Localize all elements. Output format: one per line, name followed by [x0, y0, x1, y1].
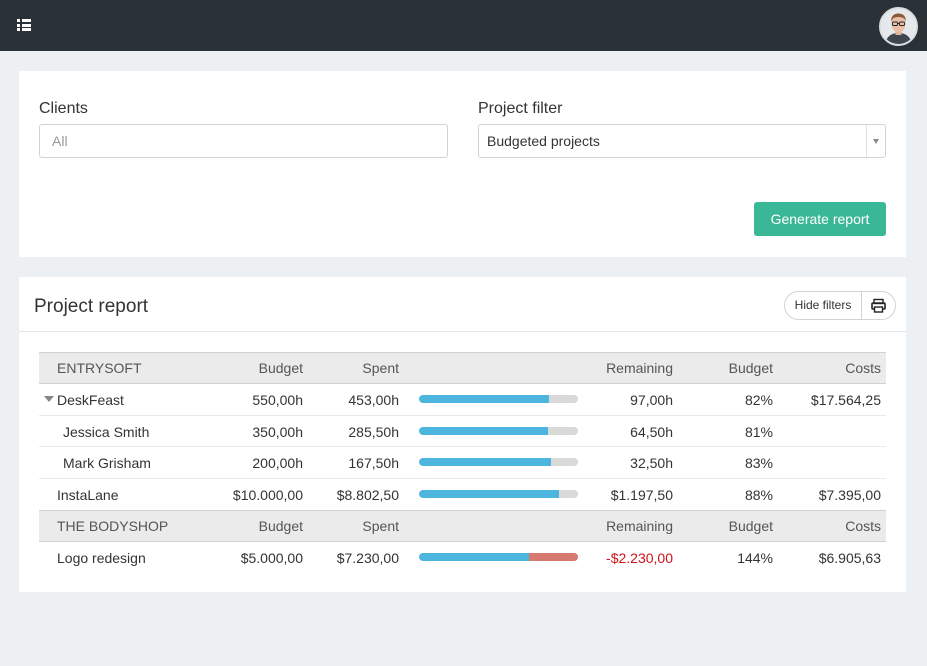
- budget-header: Budget: [258, 518, 303, 534]
- costs-header: Costs: [845, 518, 881, 534]
- project-filter-label: Project filter: [478, 100, 563, 117]
- spent-value: $8.802,50: [336, 486, 399, 503]
- spent-value: $7.230,00: [336, 550, 399, 566]
- budget-percent-value: 144%: [737, 550, 773, 566]
- remaining-value: -$2.230,00: [606, 550, 673, 566]
- progress-fill: [419, 458, 551, 466]
- remaining-value: 32,50h: [630, 455, 673, 471]
- clients-input[interactable]: All: [39, 124, 448, 158]
- project-name: InstaLane: [57, 486, 119, 503]
- over-budget-fill: [529, 553, 578, 561]
- costs-header: Costs: [845, 360, 881, 376]
- client-header-row: THE BODYSHOP Budget Spent Remaining Budget Co…: [39, 510, 886, 542]
- member-row[interactable]: Mark Grisham 200,00h 167,50h 32,50h 83%: [39, 447, 886, 479]
- hide-filters-button[interactable]: Hide filters: [785, 292, 862, 319]
- report-actions: Hide filters: [784, 291, 896, 320]
- budget-percent-value: 82%: [744, 392, 773, 408]
- budget-value: 350,00h: [252, 423, 303, 440]
- clients-label: Clients: [39, 100, 88, 117]
- project-report-panel: Project report Hide filters ENTRYSOFT Bud…: [19, 277, 906, 592]
- remaining-value: 97,00h: [630, 392, 673, 408]
- budget-value: 550,00h: [252, 392, 303, 408]
- client-name: ENTRYSOFT: [57, 360, 142, 376]
- budget-value: $5.000,00: [240, 550, 303, 566]
- avatar[interactable]: [879, 7, 918, 46]
- remaining-value: $1.197,50: [610, 486, 673, 503]
- chevron-down-icon: [866, 125, 885, 157]
- budget-percent-value: 81%: [744, 423, 773, 440]
- progress-fill: [419, 553, 530, 561]
- list-icon[interactable]: [17, 19, 31, 31]
- costs-value: $7.395,00: [818, 486, 881, 503]
- budget-progress-bar: [419, 426, 578, 435]
- budget-value: 200,00h: [252, 455, 303, 471]
- spent-value: 453,00h: [348, 392, 399, 408]
- caret-down-icon[interactable]: [44, 396, 54, 402]
- remaining-header: Remaining: [606, 360, 673, 376]
- project-filter-select[interactable]: Budgeted projects: [478, 124, 886, 158]
- client-name: THE BODYSHOP: [57, 518, 169, 534]
- budget-header: Budget: [258, 360, 303, 376]
- member-name: Mark Grisham: [63, 455, 151, 471]
- project-row[interactable]: DeskFeast 550,00h 453,00h 97,00h 82% $17.564,…: [39, 384, 886, 416]
- project-filter-value: Budgeted projects: [487, 133, 600, 149]
- project-name: Logo redesign: [57, 550, 146, 566]
- client-header-row: ENTRYSOFT Budget Spent Remaining Budget Costs: [39, 352, 886, 384]
- project-row[interactable]: InstaLane $10.000,00 $8.802,50 $1.197,50 88%…: [39, 479, 886, 511]
- print-button[interactable]: [862, 292, 895, 319]
- costs-value: $6.905,63: [818, 550, 881, 566]
- top-bar: [0, 0, 927, 51]
- spent-value: 285,50h: [348, 423, 399, 440]
- print-icon: [871, 298, 886, 313]
- project-name: DeskFeast: [57, 392, 124, 408]
- divider: [19, 331, 906, 332]
- spent-header: Spent: [362, 518, 399, 534]
- budget-progress-bar: [419, 395, 578, 403]
- remaining-header: Remaining: [606, 518, 673, 534]
- budget-percent-value: 83%: [744, 455, 773, 471]
- progress-fill: [419, 489, 559, 498]
- budget-progress-bar: [419, 489, 578, 498]
- costs-value: $17.564,25: [810, 392, 881, 408]
- progress-fill: [419, 395, 550, 403]
- spent-header: Spent: [362, 360, 399, 376]
- budget-value: $10.000,00: [232, 486, 303, 503]
- budget-progress-bar: [419, 553, 578, 561]
- user-avatar-icon: [881, 9, 916, 44]
- progress-fill: [419, 426, 548, 435]
- spent-value: 167,50h: [348, 455, 399, 471]
- member-row[interactable]: Jessica Smith 350,00h 285,50h 64,50h 81%: [39, 416, 886, 447]
- budget-percent-value: 88%: [744, 486, 773, 503]
- member-name: Jessica Smith: [63, 423, 150, 440]
- budget-percent-header: Budget: [728, 360, 773, 376]
- report-title: Project report: [34, 296, 149, 317]
- project-row[interactable]: Logo redesign $5.000,00 $7.230,00 -$2.230,0…: [39, 542, 886, 574]
- budget-percent-header: Budget: [728, 518, 773, 534]
- filters-panel: Clients All Project filter Budgeted proj…: [19, 71, 906, 257]
- generate-report-button[interactable]: Generate report: [754, 202, 886, 236]
- remaining-value: 64,50h: [630, 423, 673, 440]
- budget-progress-bar: [419, 458, 578, 466]
